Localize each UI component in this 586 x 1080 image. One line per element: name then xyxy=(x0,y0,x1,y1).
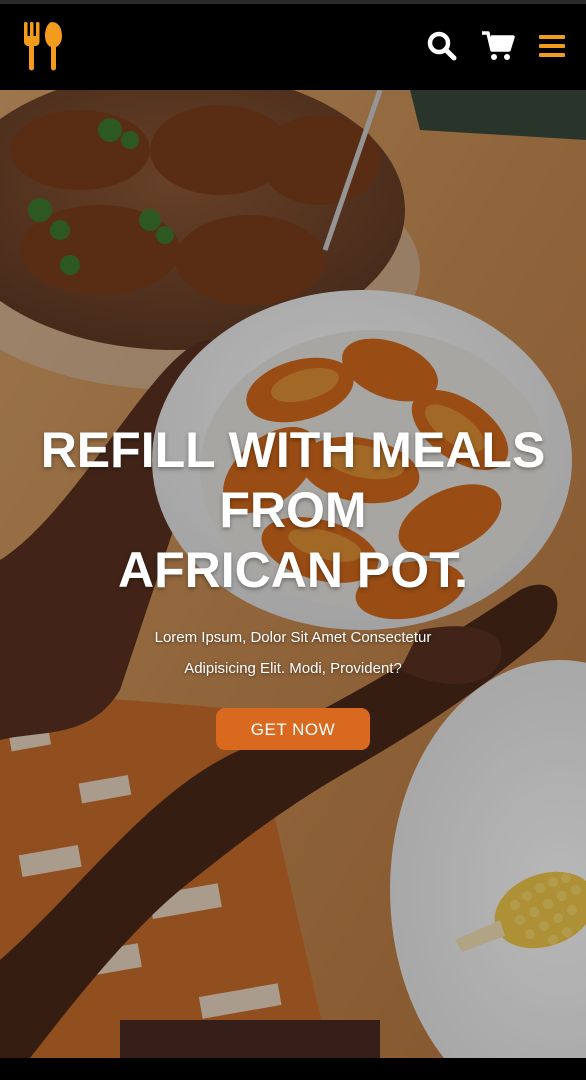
hamburger-menu-icon[interactable] xyxy=(532,26,572,66)
hero-subtitle-line: Adipisicing Elit. Modi, Provident? xyxy=(184,660,402,677)
hero-title-line: REFILL WITH MEALS xyxy=(40,422,546,478)
hero-title: REFILL WITH MEALS FROM AFRICAN POT. xyxy=(0,420,586,600)
page: REFILL WITH MEALS FROM AFRICAN POT. Lore… xyxy=(0,0,586,1080)
cart-icon[interactable] xyxy=(478,26,518,66)
fork-spoon-icon[interactable] xyxy=(20,20,64,72)
hero-section: REFILL WITH MEALS FROM AFRICAN POT. Lore… xyxy=(0,90,586,1058)
hero-subtitle-line: Lorem Ipsum, Dolor Sit Amet Consectetur xyxy=(154,629,432,646)
search-icon[interactable] xyxy=(422,26,462,66)
hero-title-line: AFRICAN POT. xyxy=(118,542,468,598)
hero-title-line: FROM xyxy=(219,482,367,538)
hero-subtitle: Lorem Ipsum, Dolor Sit Amet Consectetur … xyxy=(113,622,473,684)
bottom-bar xyxy=(0,1058,586,1080)
hero-content: REFILL WITH MEALS FROM AFRICAN POT. Lore… xyxy=(0,420,586,750)
get-now-button[interactable]: GET NOW xyxy=(216,708,370,750)
navbar xyxy=(0,4,586,90)
